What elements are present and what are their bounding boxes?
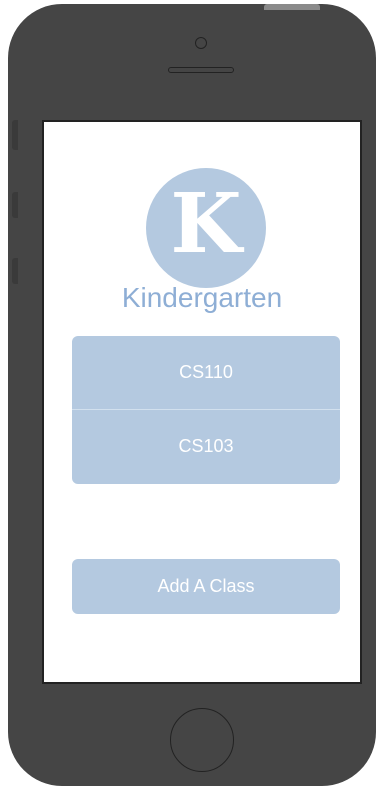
speaker-grille xyxy=(168,67,234,73)
mute-switch xyxy=(12,120,18,150)
app-logo: K xyxy=(146,168,266,288)
logo-letter: K xyxy=(170,176,242,272)
phone-frame: K Kindergarten CS110 CS103 Add A Class xyxy=(8,4,376,786)
class-list: CS110 CS103 xyxy=(72,336,340,484)
camera-icon xyxy=(195,37,207,49)
power-button xyxy=(264,4,320,10)
volume-down-button xyxy=(12,258,18,284)
class-item-cs103[interactable]: CS103 xyxy=(72,409,340,483)
app-screen: K Kindergarten CS110 CS103 Add A Class xyxy=(42,120,362,684)
class-item-cs110[interactable]: CS110 xyxy=(72,336,340,409)
volume-up-button xyxy=(12,192,18,218)
add-class-button[interactable]: Add A Class xyxy=(72,559,340,614)
home-button[interactable] xyxy=(170,708,234,772)
app-title: Kindergarten xyxy=(121,282,283,313)
